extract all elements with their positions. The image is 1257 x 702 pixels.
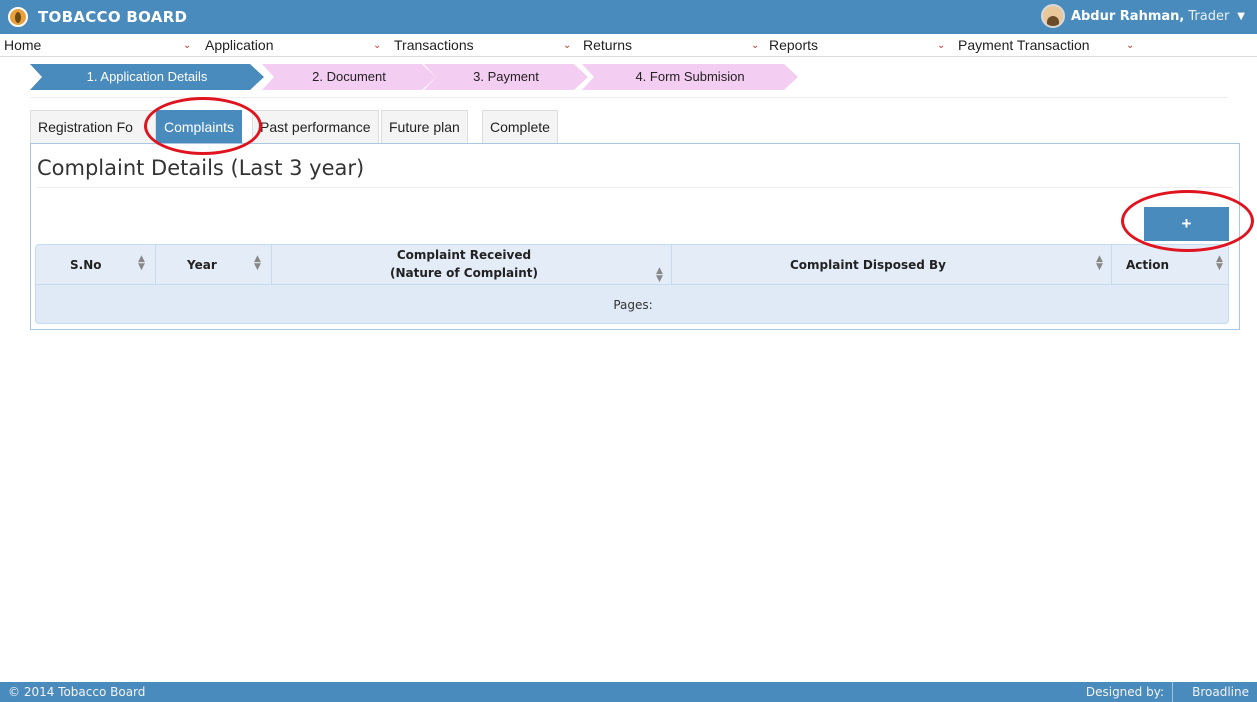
sort-icon[interactable]: ▲ ▼	[254, 255, 261, 272]
designed-by-label: Designed by:	[1086, 682, 1173, 702]
chevron-down-icon[interactable]: ⌄	[183, 34, 191, 57]
sort-icon[interactable]: ▲ ▼	[1096, 255, 1103, 272]
main-menu: Home ⌄ Application ⌄ Transactions ⌄ Retu…	[0, 34, 1257, 57]
avatar	[1040, 4, 1065, 28]
menu-item-reports[interactable]: Reports	[769, 34, 818, 57]
step-label: 3. Payment	[473, 69, 539, 84]
leaf-logo-icon	[8, 7, 28, 27]
tab-complaints[interactable]: Complaints	[156, 110, 243, 143]
chevron-down-icon[interactable]: ⌄	[1126, 34, 1134, 57]
user-menu[interactable]: Abdur Rahman, Trader ▼	[1040, 4, 1245, 28]
column-header-sno[interactable]: S.No ▲ ▼	[36, 245, 156, 285]
step-application-details[interactable]: 1. Application Details	[30, 64, 264, 90]
column-header-complaint-received[interactable]: Complaint Received (Nature of Complaint)…	[272, 245, 672, 285]
tab-past-performance[interactable]: Past performance	[252, 110, 379, 143]
column-header-complaint-disposed-by[interactable]: Complaint Disposed By ▲ ▼	[672, 245, 1112, 285]
chevron-down-icon[interactable]: ⌄	[937, 34, 945, 57]
divider	[30, 97, 1228, 98]
user-name: Abdur Rahman,	[1070, 8, 1185, 24]
chevron-down-icon[interactable]: ⌄	[373, 34, 381, 57]
step-document[interactable]: 2. Document	[262, 64, 436, 90]
footer: © 2014 Tobacco Board Designed by: Broadl…	[0, 682, 1257, 702]
tab-future-plan[interactable]: Future plan	[381, 110, 468, 143]
user-role: Trader	[1188, 8, 1230, 24]
step-payment[interactable]: 3. Payment	[424, 64, 588, 90]
tab-registration-form[interactable]: Registration Fo	[30, 110, 156, 143]
complaints-panel: Complaint Details (Last 3 year) + S.No ▲…	[30, 143, 1240, 330]
step-label: 2. Document	[312, 69, 386, 84]
menu-item-application[interactable]: Application	[205, 34, 274, 57]
panel-title: Complaint Details (Last 3 year)	[37, 156, 365, 180]
chevron-down-icon[interactable]: ⌄	[563, 34, 571, 57]
menu-item-payment-transaction[interactable]: Payment Transaction	[958, 34, 1090, 57]
complaints-table: S.No ▲ ▼ Year ▲ ▼ Complaint Received (Natu…	[35, 244, 1229, 324]
top-header: TOBACCO BOARD Abdur Rahman, Trader ▼	[0, 0, 1257, 34]
app-title: TOBACCO BOARD	[38, 8, 188, 26]
vendor-link[interactable]: Broadline	[1192, 682, 1249, 702]
logo[interactable]: TOBACCO BOARD	[0, 7, 187, 27]
column-header-action[interactable]: Action ▲ ▼	[1112, 245, 1228, 285]
menu-item-home[interactable]: Home	[4, 34, 41, 57]
menu-item-returns[interactable]: Returns	[583, 34, 632, 57]
table-pager: Pages:	[613, 298, 653, 312]
column-header-year[interactable]: Year ▲ ▼	[156, 245, 272, 285]
step-label: 1. Application Details	[86, 69, 208, 84]
table-header: S.No ▲ ▼ Year ▲ ▼ Complaint Received (Natu…	[36, 245, 1228, 285]
sort-icon[interactable]: ▲ ▼	[138, 255, 145, 272]
menu-item-transactions[interactable]: Transactions	[394, 34, 474, 57]
caret-down-icon[interactable]: ▼	[1237, 11, 1245, 22]
divider	[37, 187, 1233, 188]
copyright-text: © 2014 Tobacco Board	[8, 685, 146, 699]
step-form-submission[interactable]: 4. Form Submision	[582, 64, 798, 90]
step-label: 4. Form Submision	[635, 69, 745, 84]
tab-complete[interactable]: Complete	[482, 110, 558, 143]
sort-icon[interactable]: ▲ ▼	[1216, 255, 1223, 272]
add-complaint-button[interactable]: +	[1144, 207, 1229, 241]
sort-icon[interactable]: ▲ ▼	[656, 267, 663, 284]
chevron-down-icon[interactable]: ⌄	[751, 34, 759, 57]
